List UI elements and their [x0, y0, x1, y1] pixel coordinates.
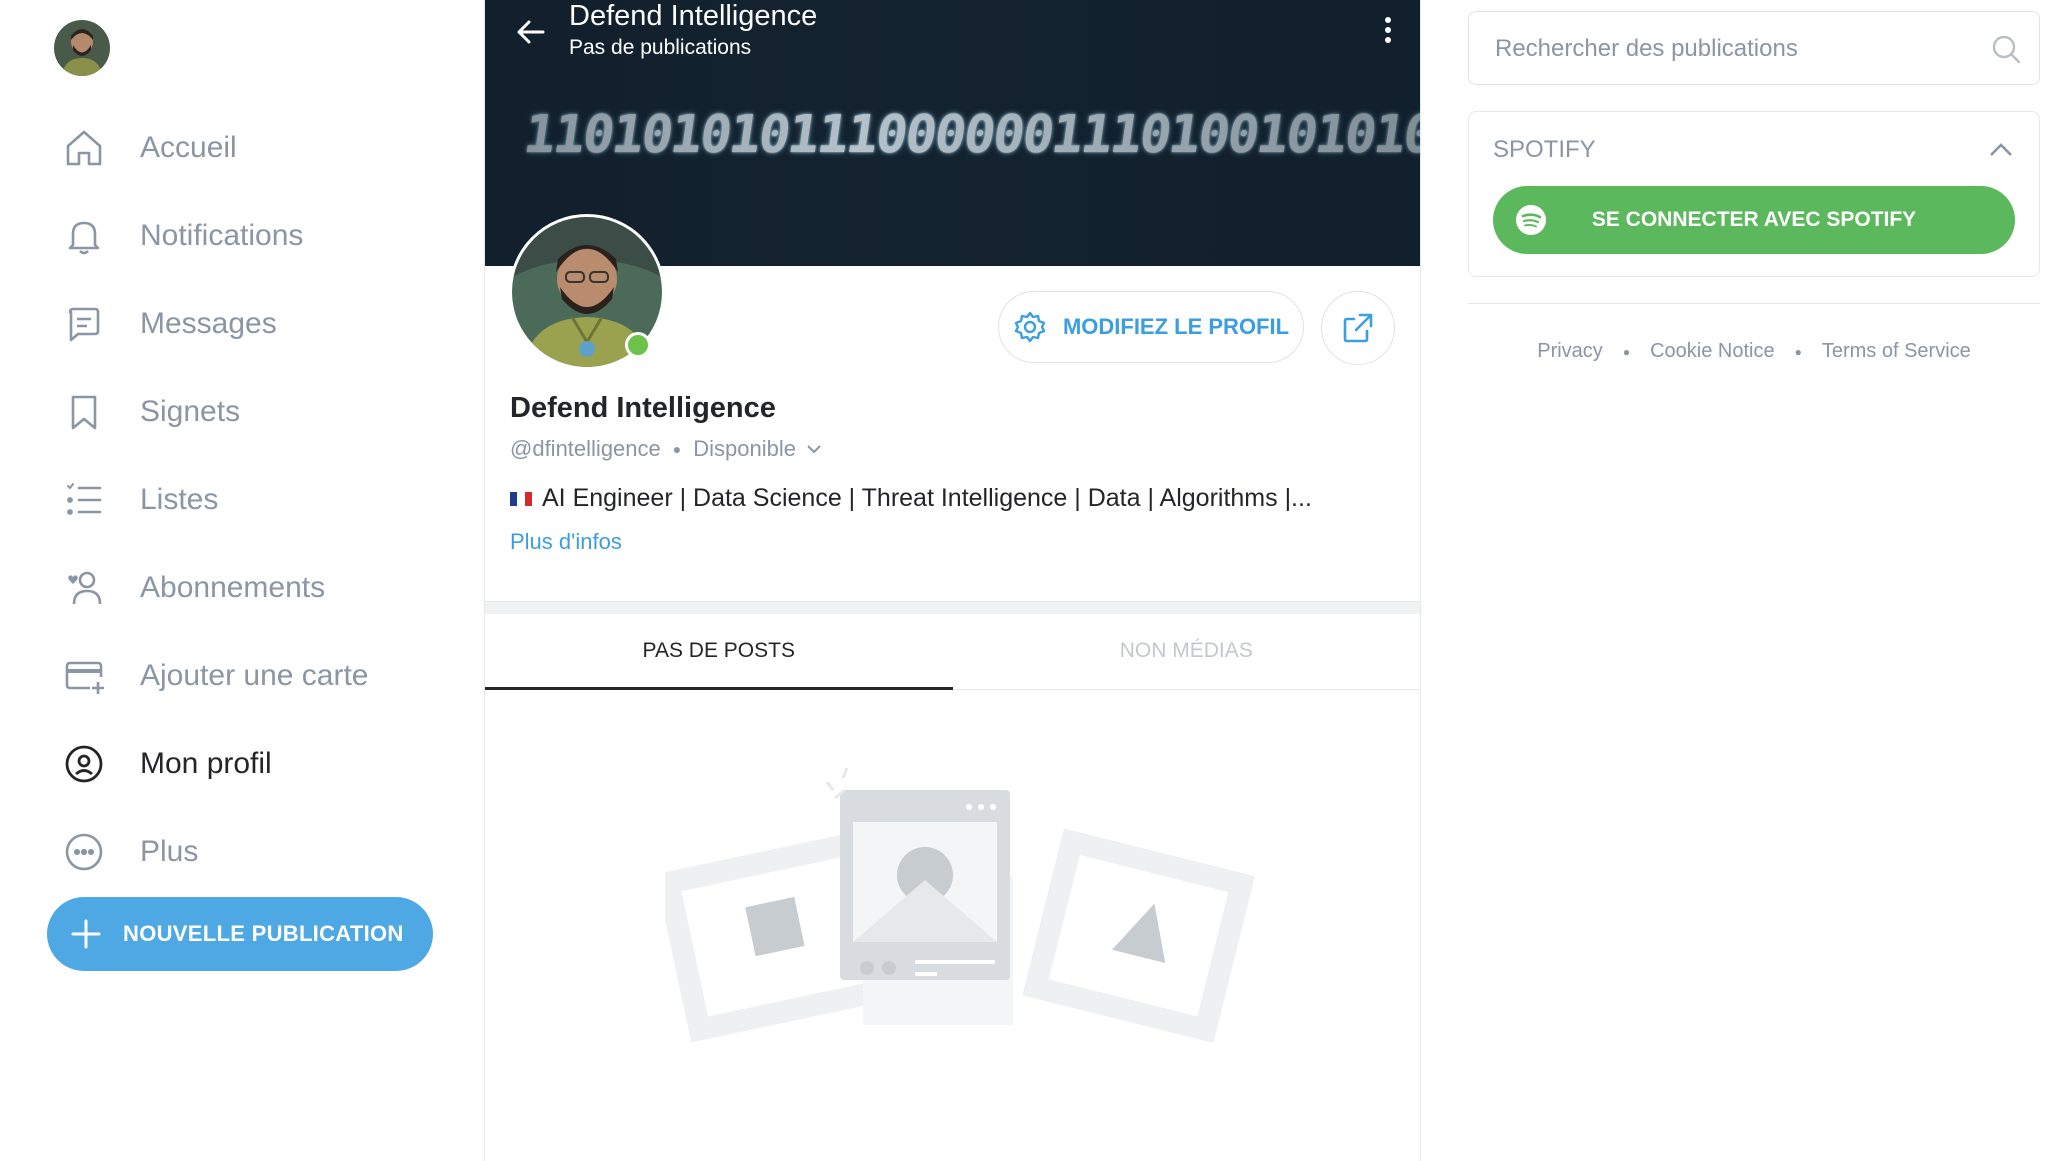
profile-handle: @dfintelligence: [510, 436, 661, 461]
spotify-connect-button[interactable]: SE CONNECTER AVEC SPOTIFY: [1493, 186, 2015, 254]
header-title: Defend Intelligence: [569, 0, 818, 32]
nav-label-signets: Signets: [140, 395, 241, 428]
privacy-link[interactable]: Privacy: [1537, 340, 1603, 363]
search-icon[interactable]: [1991, 34, 2021, 64]
nav-item-signets[interactable]: Signets: [56, 368, 456, 456]
kebab-menu-icon[interactable]: [1380, 14, 1396, 48]
bell-icon: [56, 208, 112, 264]
nav-label-listes: Listes: [140, 483, 219, 516]
right-divider: [1468, 303, 2040, 304]
header-subtitle: Pas de publications: [569, 36, 752, 59]
tab-non-medias[interactable]: NON MÉDIAS: [953, 613, 1421, 689]
spotify-logo-icon: [1516, 205, 1546, 235]
nav-item-mon-profil[interactable]: Mon profil: [56, 720, 456, 808]
nav-label-plus: Plus: [140, 835, 199, 868]
nav-item-notifications[interactable]: Notifications: [56, 192, 456, 280]
nav-item-abonnements[interactable]: Abonnements: [56, 544, 456, 632]
back-arrow-icon[interactable]: [509, 10, 553, 54]
chevron-up-icon[interactable]: [1987, 138, 2015, 162]
footer-separator: ●: [1622, 344, 1631, 359]
more-info-link[interactable]: Plus d'infos: [510, 529, 622, 555]
nav-item-accueil[interactable]: Accueil: [56, 104, 456, 192]
cookie-notice-link[interactable]: Cookie Notice: [1650, 340, 1775, 363]
profile-column: 1101010101110000001110100101010000101 01…: [484, 0, 1421, 1161]
nav-label-mon-profil: Mon profil: [140, 747, 272, 780]
profile-bio: AI Engineer | Data Science | Threat Inte…: [510, 484, 1312, 513]
avatar-image: [54, 20, 110, 76]
profile-name: Defend Intelligence: [510, 392, 776, 424]
terms-link[interactable]: Terms of Service: [1822, 340, 1971, 363]
edit-profile-label: MODIFIEZ LE PROFIL: [1062, 314, 1290, 339]
footer-separator: ●: [1794, 344, 1802, 359]
handle-row: @dfintelligence ● Disponible: [510, 436, 822, 462]
nav-item-plus[interactable]: Plus: [56, 808, 456, 896]
nav-label-abonnements: Abonnements: [140, 571, 326, 604]
new-post-label: NOUVELLE PUBLICATION: [123, 921, 404, 946]
nav-label-notifications: Notifications: [140, 219, 304, 252]
spotify-connect-label: SE CONNECTER AVEC SPOTIFY: [1591, 208, 1917, 231]
bookmark-icon: [56, 384, 112, 440]
home-icon: [56, 120, 112, 176]
chevron-down-icon: [807, 445, 821, 454]
share-icon: [1343, 313, 1373, 343]
nav-label-messages: Messages: [140, 307, 277, 340]
left-sidebar: Accueil Notifications Messages Signets L…: [0, 0, 484, 1161]
profile-tabs: PAS DE POSTS NON MÉDIAS: [485, 613, 1420, 690]
add-card-icon: [56, 648, 112, 704]
search-input[interactable]: [1493, 12, 1977, 85]
right-sidebar: SPOTIFY SE CONNECTER AVEC SPOTIFY Privac…: [1419, 0, 2048, 1161]
profile-icon: [56, 736, 112, 792]
nav-label-accueil: Accueil: [140, 131, 237, 164]
edit-profile-button[interactable]: MODIFIEZ LE PROFIL: [998, 291, 1304, 363]
plus-icon: [71, 919, 101, 949]
empty-state-illustration: [665, 767, 1256, 1044]
nav-item-listes[interactable]: Listes: [56, 456, 456, 544]
nav-item-ajouter-carte[interactable]: Ajouter une carte: [56, 632, 456, 720]
bio-text: AI Engineer | Data Science | Threat Inte…: [542, 484, 1312, 512]
online-status-dot: [625, 332, 651, 358]
subscriptions-icon: [56, 560, 112, 616]
separator-dot: ●: [672, 441, 682, 457]
share-button[interactable]: [1321, 291, 1395, 365]
message-icon: [56, 296, 112, 352]
spotify-title: SPOTIFY: [1493, 136, 1596, 163]
france-flag-icon: [510, 491, 532, 506]
user-avatar[interactable]: [54, 20, 110, 76]
nav-item-messages[interactable]: Messages: [56, 280, 456, 368]
list-icon: [56, 472, 112, 528]
status-dropdown[interactable]: Disponible: [693, 436, 822, 462]
more-icon: [56, 824, 112, 880]
nav-label-ajouter-carte: Ajouter une carte: [140, 659, 369, 692]
main-nav: Accueil Notifications Messages Signets L…: [56, 104, 456, 896]
status-label: Disponible: [693, 436, 796, 461]
new-post-button[interactable]: NOUVELLE PUBLICATION: [47, 897, 433, 971]
gear-icon: [1014, 311, 1046, 343]
tab-posts[interactable]: PAS DE POSTS: [485, 613, 953, 690]
footer-links: Privacy ● Cookie Notice ● Terms of Servi…: [1468, 340, 2040, 363]
search-box: [1468, 11, 2040, 85]
spotify-widget: SPOTIFY SE CONNECTER AVEC SPOTIFY: [1468, 111, 2040, 277]
